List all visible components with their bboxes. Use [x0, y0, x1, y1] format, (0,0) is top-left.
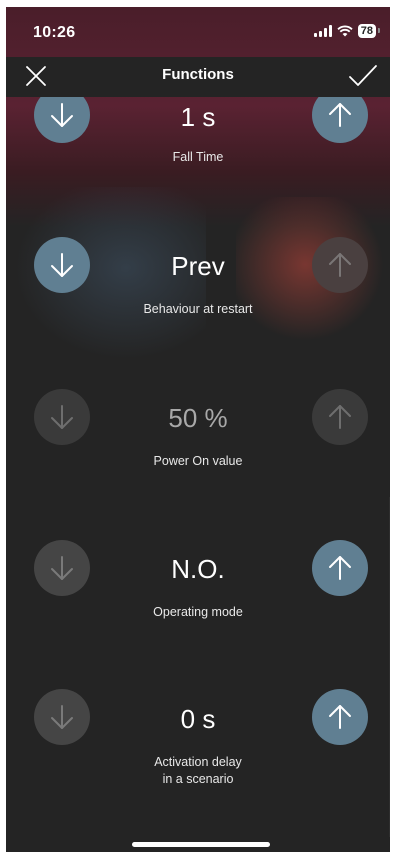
setting-label: Power On value: [153, 454, 243, 468]
setting-value: N.O.: [171, 554, 225, 584]
increase-button[interactable]: [312, 540, 368, 596]
page-title: Functions: [162, 66, 234, 83]
arrow-down-icon: [51, 556, 73, 580]
increase-button[interactable]: [312, 237, 368, 293]
arrow-up-icon: [329, 556, 351, 580]
setting-label: Behaviour at restart: [143, 302, 253, 316]
wifi-icon: [337, 25, 353, 37]
setting-label: Fall Time: [172, 150, 224, 164]
setting-value: 50 %: [168, 403, 228, 433]
arrow-down-icon: [51, 405, 73, 429]
home-indicator[interactable]: [132, 842, 270, 847]
arrow-down-icon: [51, 103, 73, 127]
setting-label-line2: in a scenario: [162, 772, 234, 786]
increase-button[interactable]: [312, 689, 368, 745]
decrease-button[interactable]: [34, 237, 90, 293]
decrease-button[interactable]: [34, 389, 90, 445]
arrow-up-icon: [329, 405, 351, 429]
setting-fall-time: 1 s Fall Time: [6, 87, 390, 207]
setting-label: Operating mode: [153, 605, 243, 619]
setting-power-on-value: 50 % Power On value: [6, 389, 390, 509]
nav-header: Functions: [6, 57, 390, 97]
decrease-button[interactable]: [34, 689, 90, 745]
arrow-up-icon: [329, 253, 351, 277]
decrease-button[interactable]: [34, 540, 90, 596]
checkmark-icon: [349, 65, 377, 86]
status-time: 10:26: [33, 24, 76, 41]
setting-label-line1: Activation delay: [154, 755, 242, 769]
setting-value: 1 s: [180, 102, 216, 132]
setting-operating-mode: N.O. Operating mode: [6, 540, 390, 660]
scroll-indicator: [389, 497, 390, 837]
arrow-down-icon: [51, 253, 73, 277]
status-bar: 10:26 78: [6, 7, 390, 57]
setting-activation-delay: 0 s Activation delay in a scenario: [6, 689, 390, 809]
setting-value: 0 s: [180, 704, 216, 734]
arrow-down-icon: [51, 705, 73, 729]
screen: 10:26 78 Functions 1 s Fall Time Prev Be…: [6, 7, 390, 852]
arrow-up-icon: [329, 103, 351, 127]
status-icons: 78: [313, 24, 381, 38]
battery-icon: 78: [357, 24, 381, 38]
setting-label: Activation delay in a scenario: [68, 754, 328, 788]
confirm-button[interactable]: [348, 63, 378, 89]
arrow-up-icon: [329, 705, 351, 729]
increase-button[interactable]: [312, 389, 368, 445]
setting-behaviour-at-restart: Prev Behaviour at restart: [6, 237, 390, 357]
cellular-signal-icon: [313, 25, 332, 37]
setting-value: Prev: [171, 251, 225, 281]
